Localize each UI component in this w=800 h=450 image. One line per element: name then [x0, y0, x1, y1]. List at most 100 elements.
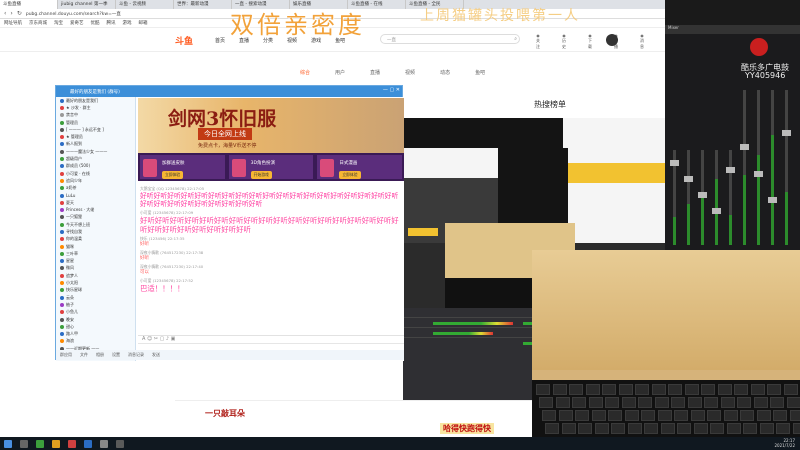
fader[interactable] — [698, 150, 707, 245]
ad-card[interactable]: 3D角色扮演 开始游戏 — [228, 155, 314, 179]
member-item[interactable]: 晚安 — [56, 316, 135, 323]
search-tab[interactable]: 直播 — [370, 69, 380, 76]
bookmark-link[interactable]: 腾讯 — [107, 20, 116, 26]
app-icon[interactable] — [68, 439, 76, 448]
member-item[interactable]: 今天不想上班 — [56, 221, 135, 228]
qq-bottom-button[interactable]: 发送 — [152, 352, 160, 358]
refresh-icon[interactable]: ↻ — [17, 10, 22, 17]
obs-icon[interactable] — [116, 439, 124, 448]
fader-knob[interactable] — [740, 144, 749, 151]
search-tab[interactable]: 综合 — [300, 69, 310, 76]
member-item[interactable]: ★ 沙发 · 群主 — [56, 104, 135, 111]
window-controls[interactable]: — ▢ ✕ — [383, 87, 400, 93]
qq-bottom-button[interactable]: 文件 — [80, 352, 88, 358]
member-item[interactable]: 猫咪 — [56, 243, 135, 250]
header-icon-item[interactable]: ◉ 关注 — [535, 33, 551, 50]
ad-button[interactable]: 开始游戏 — [250, 171, 272, 179]
member-item[interactable]: 超级用户 — [56, 155, 135, 162]
fader-knob[interactable] — [754, 170, 763, 177]
fader[interactable] — [740, 90, 749, 245]
message-toolbar[interactable]: A ☺ ✂ ▢ ♪ ▣ — [138, 335, 404, 343]
fader[interactable] — [712, 150, 721, 245]
ad-button[interactable]: 立即体验 — [162, 171, 184, 179]
member-item[interactable]: LuLu — [56, 192, 135, 199]
member-item[interactable]: 追风少年 — [56, 177, 135, 184]
bookmark-link[interactable]: 游戏 — [123, 20, 132, 26]
browser-tab[interactable]: 世界：最新动漫 — [174, 0, 232, 9]
member-item[interactable]: 甜心 — [56, 323, 135, 330]
browser-tab[interactable]: 斗鱼直播 — [0, 0, 58, 9]
fader-knob[interactable] — [782, 130, 791, 137]
fader-knob[interactable] — [684, 175, 693, 182]
fader[interactable] — [670, 150, 679, 245]
header-icon-item[interactable]: ◉ 消息 — [639, 33, 655, 50]
member-item[interactable]: Princess · 大佬 — [56, 206, 135, 213]
url-input[interactable]: pubg.channel.douyu.com/search?kw=一直 — [26, 11, 121, 17]
folder-icon[interactable] — [52, 439, 60, 448]
browser-tab[interactable]: 斗鱼 - 云视频 — [116, 0, 174, 9]
member-item[interactable]: 新人报到 — [56, 141, 135, 148]
avatar[interactable] — [606, 34, 618, 46]
member-item[interactable]: 海浪 — [56, 338, 135, 345]
member-item[interactable]: 星星 — [56, 258, 135, 265]
qq-bottom-button[interactable]: 设置 — [112, 352, 120, 358]
search-icon[interactable] — [20, 439, 28, 448]
ad-card[interactable]: 日式漫画 立即体验 — [317, 155, 403, 179]
member-item[interactable]: ★ 管理员 — [56, 133, 135, 140]
member-item[interactable]: 小太阳 — [56, 279, 135, 286]
member-item[interactable]: 禁言中 — [56, 112, 135, 119]
header-icon-item[interactable]: ◉ 历史 — [561, 33, 577, 50]
member-item[interactable]: 追梦人 — [56, 272, 135, 279]
search-tab[interactable]: 用户 — [335, 69, 345, 76]
site-logo[interactable]: 斗鱼 — [175, 34, 193, 47]
bookmark-link[interactable]: 爱奇艺 — [70, 20, 84, 26]
search-icon[interactable]: ⌕ — [514, 36, 517, 42]
fader-knob[interactable] — [712, 207, 721, 214]
bookmark-link[interactable]: 优酷 — [91, 20, 100, 26]
fader[interactable] — [754, 90, 763, 245]
ad-button[interactable]: 立即体验 — [339, 171, 361, 179]
member-item[interactable]: 夏天 — [56, 199, 135, 206]
header-icon-item[interactable]: ◉ 下载 — [587, 33, 603, 50]
member-item[interactable]: 快乐星球 — [56, 287, 135, 294]
qq-bottom-button[interactable]: 消息记录 — [128, 352, 144, 358]
fader[interactable] — [768, 90, 777, 245]
fader[interactable] — [782, 90, 791, 245]
search-tab[interactable]: 动态 — [440, 69, 450, 76]
member-item[interactable]: 一一一魔法少女 一一一 — [56, 148, 135, 155]
member-item[interactable]: 小鱼儿 — [56, 309, 135, 316]
member-item[interactable]: 柚子 — [56, 301, 135, 308]
fader-knob[interactable] — [670, 159, 679, 166]
back-icon[interactable]: ‹ — [4, 10, 6, 17]
search-tab[interactable]: 鱼吧 — [475, 69, 485, 76]
member-item[interactable]: a奶茶 — [56, 185, 135, 192]
fader[interactable] — [726, 150, 735, 245]
browser-tab[interactable]: jiubig channel 第一季 — [58, 0, 116, 9]
member-item[interactable]: 你的温柔 — [56, 236, 135, 243]
bookmark-link[interactable]: 邮箱 — [139, 20, 148, 26]
bookmark-link[interactable]: 网址导航 — [4, 20, 22, 26]
bookmark-link[interactable]: 淘宝 — [54, 20, 63, 26]
member-item[interactable]: 云朵 — [56, 294, 135, 301]
fader-knob[interactable] — [698, 191, 707, 198]
member-item[interactable]: 管理员 — [56, 119, 135, 126]
member-item[interactable]: 小可爱 · 在线 — [56, 170, 135, 177]
search-tab[interactable]: 视频 — [405, 69, 415, 76]
qq-icon[interactable] — [84, 439, 92, 448]
member-item[interactable]: 最好的朋友是我们 — [56, 97, 135, 104]
member-item[interactable]: 寻找自我 — [56, 228, 135, 235]
app-icon[interactable] — [36, 439, 44, 448]
member-item[interactable]: 三叶草 — [56, 250, 135, 257]
member-item[interactable]: 路人甲 — [56, 331, 135, 338]
member-item[interactable]: 群成员 (500) — [56, 163, 135, 170]
nav-link[interactable]: 首页 — [215, 37, 225, 44]
fader-knob[interactable] — [726, 167, 735, 174]
member-item[interactable]: [ 一一一 ] 永远不变 ] — [56, 126, 135, 133]
start-icon[interactable] — [4, 439, 12, 448]
bookmark-link[interactable]: 京东商城 — [29, 20, 47, 26]
fader[interactable] — [684, 150, 693, 245]
app-icon[interactable] — [100, 439, 108, 448]
ad-card[interactable]: 加群送皮肤 立即体验 — [140, 155, 225, 179]
forward-icon[interactable]: › — [10, 10, 12, 17]
fader-knob[interactable] — [768, 196, 777, 203]
